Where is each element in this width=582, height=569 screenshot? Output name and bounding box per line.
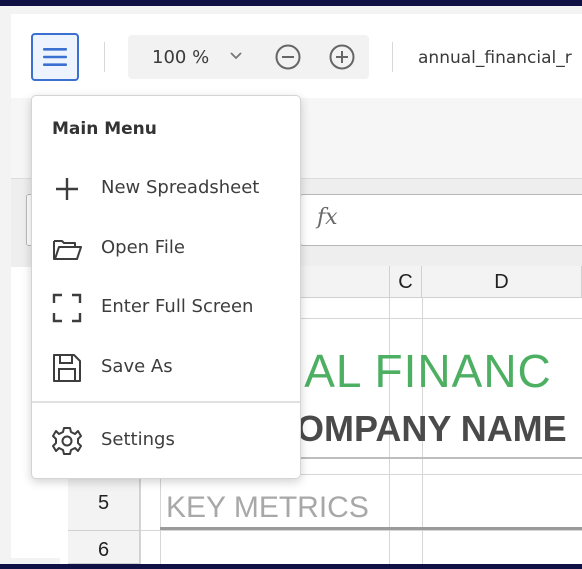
gear-icon	[52, 427, 82, 455]
column-header[interactable]	[300, 266, 390, 298]
section-underline	[160, 527, 582, 530]
sheet-title: UAL FINANC	[270, 345, 552, 397]
menu-item-label: Enter Full Screen	[101, 296, 254, 317]
row-label: 5	[97, 492, 110, 514]
section-heading: KEY METRICS	[166, 491, 369, 524]
row-label: 6	[97, 539, 110, 561]
menu-divider	[32, 401, 300, 403]
menu-item-label: Settings	[101, 429, 175, 450]
zoom-in-icon[interactable]	[329, 44, 355, 70]
row-header-5[interactable]: 5	[68, 475, 140, 531]
menu-item-enter-full-screen[interactable]: Enter Full Screen	[32, 279, 300, 335]
document-filename[interactable]: annual_financial_r	[418, 48, 572, 68]
hamburger-icon	[43, 48, 67, 66]
plus-icon	[56, 178, 78, 200]
zoom-out-icon[interactable]	[275, 44, 301, 70]
toolbar-separator	[104, 42, 105, 72]
column-label: C	[398, 271, 413, 293]
menu-title: Main Menu	[52, 119, 157, 139]
menu-item-label: Save As	[101, 356, 173, 377]
main-menu-dropdown: Main Menu New Spreadsheet Open File Ente…	[31, 95, 301, 479]
function-icon: fx	[317, 205, 338, 230]
column-header-d[interactable]: D	[422, 266, 582, 298]
zoom-level[interactable]: 100 %	[152, 47, 209, 68]
save-icon	[53, 354, 81, 382]
main-menu-button[interactable]	[31, 33, 79, 81]
chevron-down-icon[interactable]	[229, 51, 243, 61]
menu-item-label: Open File	[101, 237, 185, 258]
menu-item-save-as[interactable]: Save As	[32, 339, 300, 395]
menu-item-label: New Spreadsheet	[101, 177, 260, 198]
toolbar-separator	[392, 42, 393, 72]
row-header-6[interactable]: 6	[68, 531, 140, 564]
menu-item-new-spreadsheet[interactable]: New Spreadsheet	[32, 160, 300, 216]
formula-input[interactable]: fx	[300, 194, 582, 246]
zoom-control: 100 %	[128, 35, 369, 79]
column-label: D	[494, 271, 509, 293]
folder-open-icon	[53, 240, 82, 260]
fullscreen-icon	[52, 293, 82, 323]
menu-item-settings[interactable]: Settings	[32, 412, 300, 468]
column-header-c[interactable]: C	[390, 266, 422, 298]
menu-item-open-file[interactable]: Open File	[32, 220, 300, 276]
grid-line	[68, 530, 582, 531]
company-name: OMPANY NAME	[296, 408, 567, 449]
fx-label: fx	[317, 205, 338, 230]
